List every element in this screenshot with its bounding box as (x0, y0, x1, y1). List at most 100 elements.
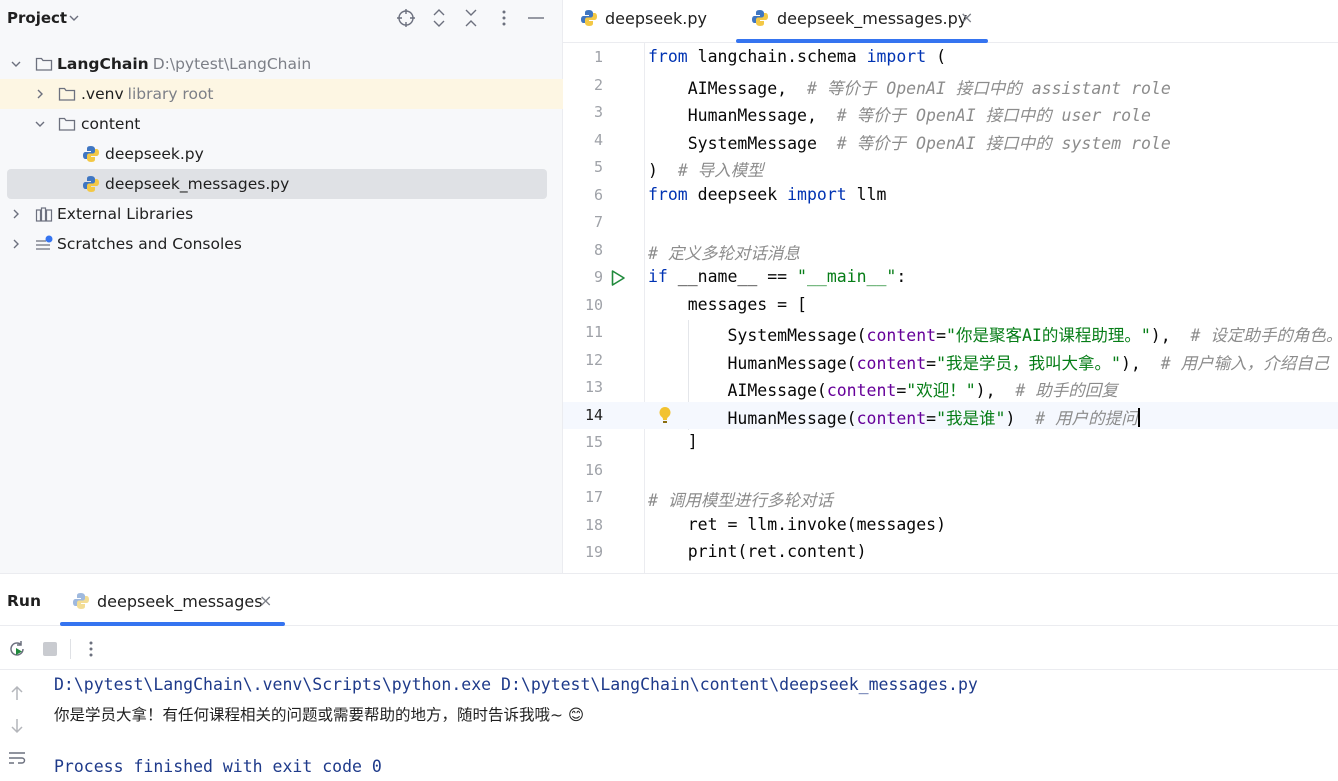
comment: # 等价于 OpenAI 接口中的 assistant role (806, 78, 1171, 98)
console-command-line: D:\pytest\LangChain\.venv\Scripts\python… (54, 675, 978, 694)
expand-all-icon[interactable] (428, 7, 450, 29)
folder-icon (58, 87, 76, 101)
keyword: import (787, 184, 847, 204)
code-text: ret = llm.invoke(messages) (648, 515, 946, 534)
parameter: content (866, 326, 937, 345)
code-line: 10 messages = [ (563, 292, 1338, 320)
code-token: HumanMessage( (648, 408, 857, 428)
code-text: HumanMessage(content="我是谁") # 用户的提问 (648, 405, 1140, 429)
comment: # 设定助手的角色。 (1190, 326, 1338, 345)
keyword: if (648, 267, 668, 286)
chevron-right-icon[interactable] (10, 208, 22, 220)
stop-icon[interactable] (39, 638, 61, 660)
code-token: messages = [ (648, 294, 807, 314)
line-number: 14 (584, 405, 603, 424)
collapse-all-icon[interactable] (460, 7, 482, 29)
console-exit-line: Process finished with exit code 0 (54, 757, 382, 776)
comment: # 定义多轮对话消息 (648, 243, 800, 263)
tree-item-content[interactable]: content (0, 109, 563, 139)
tree-item-deepseek-py[interactable]: deepseek.py (0, 139, 563, 169)
tab-deepseek-messages-py[interactable]: deepseek_messages.py (751, 0, 981, 43)
chevron-right-icon[interactable] (34, 88, 46, 100)
text-caret (1137, 407, 1140, 427)
tree-item-venv[interactable]: .venv library root (0, 79, 563, 109)
python-file-icon (581, 10, 597, 26)
run-header: Run deepseek_messages × (0, 574, 1338, 626)
keyword: import (866, 47, 927, 66)
code-text: ) # 导入模型 (648, 157, 764, 181)
tree-item-label: .venv library root (81, 85, 214, 103)
run-icon[interactable] (610, 269, 626, 287)
tree-item-external-libraries[interactable]: External Libraries (0, 199, 563, 229)
rerun-icon[interactable] (6, 638, 28, 660)
code-line: 3 HumanMessage, # 等价于 OpenAI 接口中的 user r… (563, 99, 1338, 127)
line-number: 7 (593, 213, 603, 231)
tree-item-hint: library root (127, 85, 214, 103)
code-text: from langchain.schema import ( (648, 47, 946, 66)
tree-item-deepseek-messages-py[interactable]: deepseek_messages.py (7, 169, 547, 199)
code-text: messages = [ (648, 295, 807, 314)
code-token: = (896, 381, 907, 400)
line-number: 12 (584, 350, 603, 369)
folder-icon (35, 57, 53, 71)
tree-item-name: LangChain (57, 55, 149, 73)
code-text: from deepseek import llm (648, 185, 886, 204)
more-options-icon[interactable] (493, 7, 515, 29)
code-token: langchain.schema (687, 47, 867, 66)
code-text: ] (648, 432, 698, 451)
keyword: from (648, 47, 688, 66)
chevron-right-icon[interactable] (10, 238, 22, 250)
code-token: = (926, 408, 937, 428)
line-number: 19 (584, 543, 603, 561)
minimize-icon[interactable] (525, 7, 547, 29)
tree-item-langchain[interactable]: LangChain D:\pytest\LangChain (0, 49, 563, 79)
soft-wrap-icon[interactable] (6, 747, 28, 769)
code-line: 12 HumanMessage(content="我是学员，我叫大拿。"), #… (563, 347, 1338, 375)
python-file-icon (83, 176, 99, 192)
chevron-down-icon[interactable] (34, 118, 46, 130)
code-line: 15 ] (563, 429, 1338, 457)
line-number: 6 (593, 185, 603, 204)
string: "我是谁" (936, 408, 1006, 428)
arrow-up-icon[interactable] (6, 682, 28, 704)
code-token: = (936, 326, 947, 345)
more-options-icon[interactable] (80, 638, 102, 660)
tab-label: deepseek.py (605, 9, 707, 28)
code-line: 18 ret = llm.invoke(messages) (563, 512, 1338, 540)
chevron-down-icon[interactable] (69, 10, 79, 26)
code-line: 5 ) # 导入模型 (563, 154, 1338, 182)
code-line-current: 14 HumanMessage(content="我是谁") # 用户的提问 (563, 401, 1338, 429)
code-line: 19 print(ret.content) (563, 539, 1338, 569)
string: "欢迎！" (906, 381, 976, 400)
chevron-down-icon[interactable] (10, 58, 22, 70)
tree-item-name: deepseek.py (105, 145, 204, 163)
close-icon[interactable]: × (259, 591, 272, 610)
tree-item-name: External Libraries (57, 205, 194, 223)
tab-deepseek-py[interactable]: deepseek.py (580, 0, 720, 43)
code-token: print(ret.content) (648, 542, 867, 561)
code-line: 1 from langchain.schema import ( (563, 44, 1338, 72)
string: "我是学员，我叫大拿。" (936, 353, 1121, 373)
line-number: 13 (584, 378, 603, 396)
line-number: 17 (584, 488, 603, 506)
line-number: 5 (593, 158, 603, 176)
tree-item-scratches[interactable]: Scratches and Consoles (0, 229, 563, 259)
project-panel: Project LangChain D:\pytest\LangChain .ve… (0, 0, 563, 573)
code-line: 4 SystemMessage # 等价于 OpenAI 接口中的 system… (563, 127, 1338, 155)
keyword: from (648, 184, 688, 204)
locate-icon[interactable] (395, 7, 417, 29)
line-number: 11 (584, 323, 603, 341)
run-tab-label[interactable]: deepseek_messages (97, 592, 263, 611)
code-token: HumanMessage( (648, 353, 857, 373)
code-text: if __name__ == "__main__": (648, 267, 906, 286)
folder-icon (58, 117, 76, 131)
arrow-down-icon[interactable] (6, 715, 28, 737)
comment: # 等价于 OpenAI 接口中的 user role (836, 106, 1151, 125)
code-line: 9 if __name__ == "__main__": (563, 264, 1338, 292)
close-icon[interactable]: × (960, 8, 973, 27)
project-title[interactable]: Project (7, 9, 67, 27)
code-line: 13 AIMessage(content="欢迎！"), # 助手的回复 (563, 374, 1338, 402)
code-line: 8 # 定义多轮对话消息 (563, 237, 1338, 265)
code-text: # 定义多轮对话消息 (648, 240, 800, 264)
line-number: 3 (593, 103, 603, 121)
